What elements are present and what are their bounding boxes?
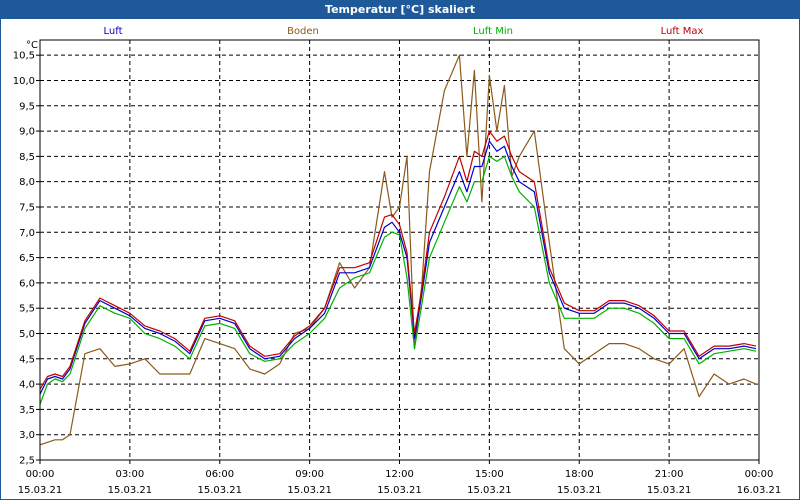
y-tick-label: 7,0: [19, 228, 35, 239]
x-tick-time: 12:00: [385, 469, 414, 480]
x-tick-date: 15.03.21: [647, 485, 692, 496]
y-tick-label: 4,0: [19, 380, 35, 391]
legend-entry-luft-min: Luft Min: [473, 26, 513, 37]
y-tick-label: 8,0: [19, 177, 35, 188]
x-tick-date: 15.03.21: [467, 485, 512, 496]
legend-entry-boden: Boden: [287, 26, 319, 37]
y-tick-label: 9,0: [19, 127, 35, 138]
x-tick-date: 16.03.21: [737, 485, 782, 496]
x-tick-time: 00:00: [26, 469, 55, 480]
x-tick-time: 21:00: [655, 469, 684, 480]
y-tick-label: 9,5: [19, 101, 35, 112]
y-tick-label: 3,0: [19, 430, 35, 441]
legend-entry-luft: Luft: [104, 26, 123, 37]
y-tick-label: 5,5: [19, 304, 35, 315]
x-tick-date: 15.03.21: [18, 485, 63, 496]
x-tick-time: 15:00: [475, 469, 504, 480]
series-line-luft-min: [39, 155, 757, 405]
legend-entry-luft-max: Luft Max: [661, 26, 704, 37]
legend: Luft Boden Luft Min Luft Max: [104, 26, 704, 37]
x-tick-date: 15.03.21: [197, 485, 242, 496]
x-tick-date: 15.03.21: [377, 485, 422, 496]
x-tick-time: 06:00: [205, 469, 234, 480]
y-tick-label: 7,5: [19, 202, 35, 213]
y-tick-label: 10,0: [13, 76, 35, 87]
y-tick-label: 5,0: [19, 329, 35, 340]
y-tick-label: 4,5: [19, 354, 35, 365]
y-axis-label: °C: [26, 40, 38, 51]
y-tick-labels: 2,5 3,0 3,5 4,0 4,5 5,0 5,5 6,0 6,5 7,0 7,5 8,0 8,5 9…: [13, 51, 35, 467]
x-tick-date: 15.03.21: [108, 485, 153, 496]
y-tick-label: 6,5: [19, 253, 35, 264]
y-tick-label: 3,5: [19, 405, 35, 416]
grid: [36, 40, 760, 464]
x-tick-date: 15.03.21: [287, 485, 332, 496]
y-tick-label: 10,5: [13, 51, 35, 62]
x-tick-date: 15.03.21: [557, 485, 602, 496]
series-lines: [39, 54, 757, 446]
y-tick-label: 6,0: [19, 278, 35, 289]
series-line-luft-max: [39, 130, 757, 390]
x-tick-time: 03:00: [115, 469, 144, 480]
series-line-luft: [39, 140, 757, 395]
temperature-chart: Luft Boden Luft Min Luft Max °C 2,5 3,0 3,5 4,…: [13, 26, 782, 496]
x-tick-time: 18:00: [565, 469, 594, 480]
y-tick-label: 8,5: [19, 152, 35, 163]
series-line-boden: [39, 54, 757, 446]
x-tick-time: 00:00: [745, 469, 774, 480]
x-tick-time: 09:00: [295, 469, 324, 480]
y-tick-label: 2,5: [19, 456, 35, 467]
x-tick-labels: 00:00 15.03.21 03:00 15.03.21 06:00 15.03.21 0…: [18, 469, 782, 496]
